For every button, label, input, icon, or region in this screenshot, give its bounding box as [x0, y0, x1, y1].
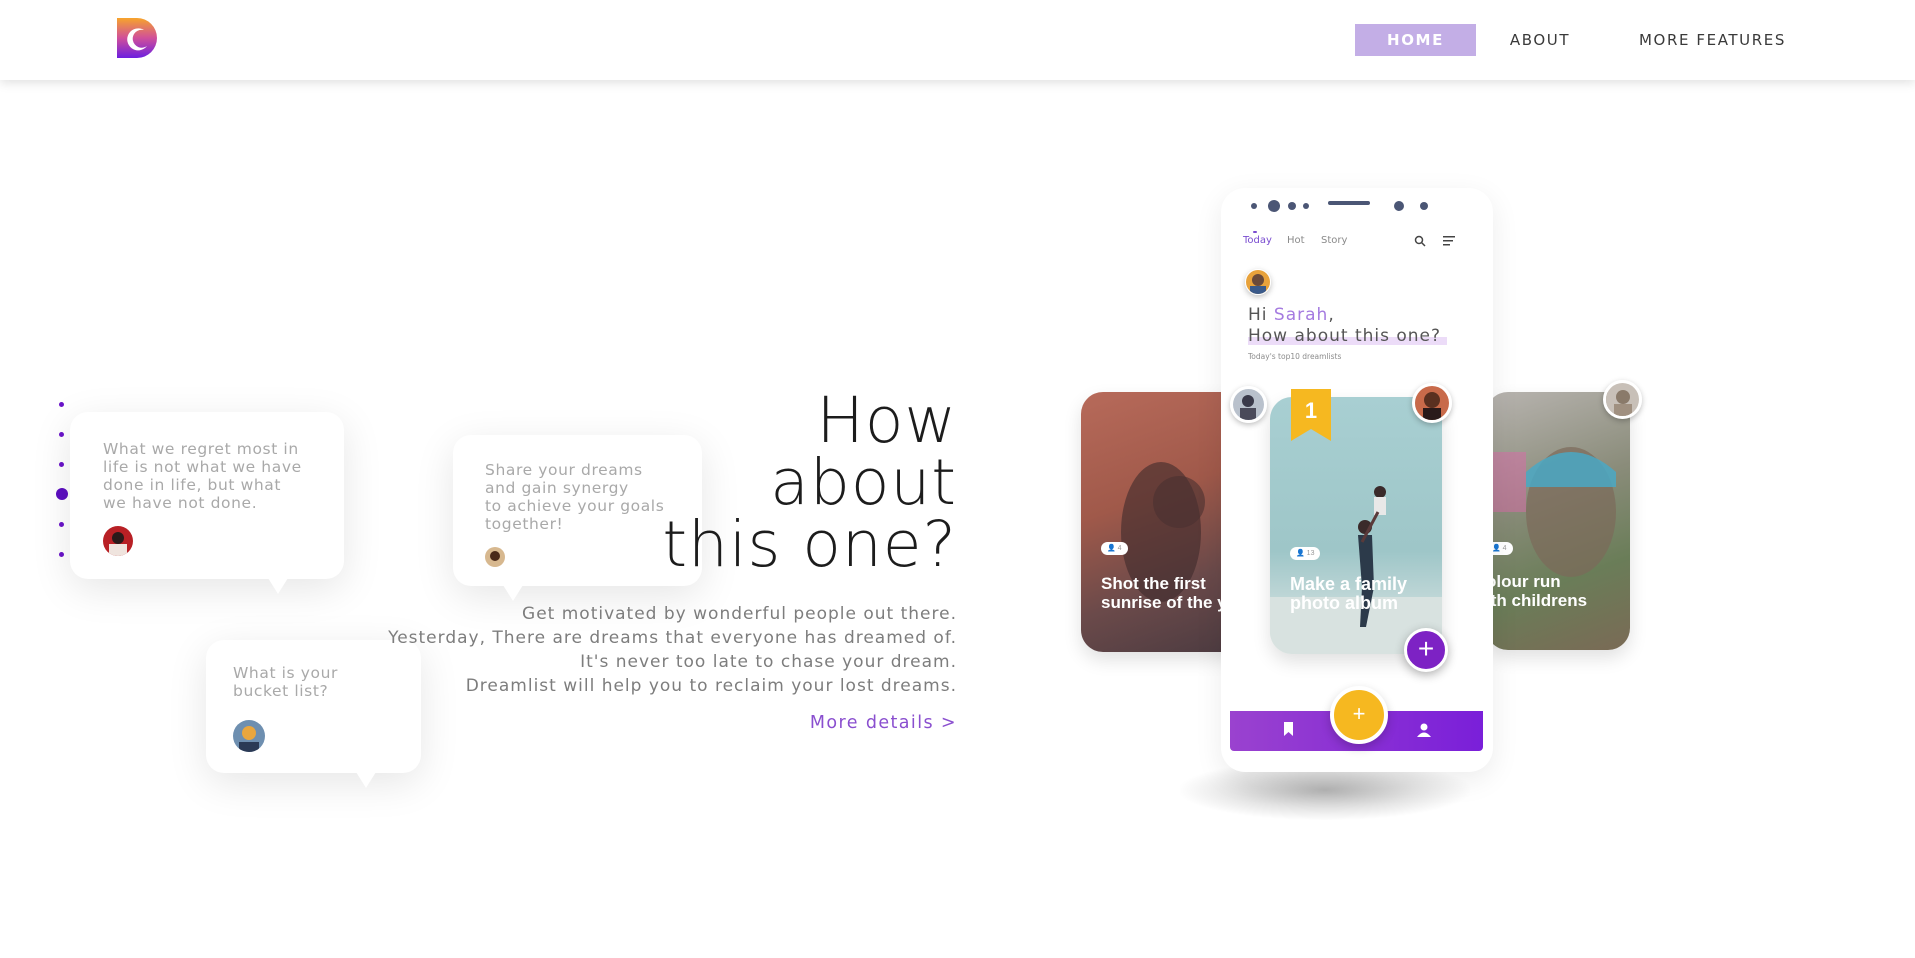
- description-line: It's never too late to chase your dream.: [580, 652, 957, 672]
- card-title: Shot the first sunrise of the ye: [1101, 574, 1237, 612]
- bubble-tail: [503, 585, 523, 601]
- bubble-tail: [268, 578, 288, 594]
- pagination-dot[interactable]: [59, 462, 64, 467]
- dreamlist-logo-icon[interactable]: [117, 18, 159, 58]
- profile-icon[interactable]: [1417, 723, 1431, 737]
- hero-title-line: about: [770, 446, 957, 519]
- user-avatar[interactable]: [1245, 269, 1271, 295]
- hero-title: How about this one?: [662, 384, 957, 581]
- pagination-dot[interactable]: [59, 522, 64, 527]
- pagination-dot[interactable]: [59, 402, 64, 407]
- description-line: Yesterday, There are dreams that everyon…: [388, 628, 957, 648]
- phone-sensor-row: [1251, 200, 1428, 212]
- card-avatar[interactable]: [1230, 386, 1267, 423]
- site-header: HOME ABOUT MORE FEATURES: [0, 0, 1915, 80]
- avatar: [103, 526, 133, 556]
- card-avatar[interactable]: [1603, 380, 1642, 419]
- pagination-dot[interactable]: [59, 432, 64, 437]
- card-count-badge: 👤 13: [1290, 547, 1321, 560]
- phone-tab-indicator: [1253, 231, 1257, 233]
- greeting-line-2: How about this one?: [1248, 326, 1442, 346]
- card-avatar[interactable]: [1412, 383, 1452, 423]
- fab-add-button[interactable]: +: [1330, 686, 1388, 744]
- phone-subtitle: Today's top10 dreamlists: [1248, 352, 1342, 361]
- pagination-dot[interactable]: [59, 552, 64, 557]
- nav-about[interactable]: ABOUT: [1500, 24, 1580, 56]
- phone-tab-hot[interactable]: Hot: [1287, 235, 1305, 246]
- description-line: Dreamlist will help you to reclaim your …: [465, 676, 957, 696]
- bookmark-icon[interactable]: [1283, 722, 1294, 736]
- card-count-badge: 👤 4: [1101, 542, 1128, 555]
- phone-tab-story[interactable]: Story: [1321, 235, 1347, 246]
- quote-text: What is your bucket list?: [233, 664, 339, 700]
- bubble-tail: [356, 772, 376, 788]
- avatar: [233, 720, 265, 752]
- quote-text: Share your dreams and gain synergy to ac…: [485, 461, 665, 533]
- description-line: Get motivated by wonderful people out th…: [522, 604, 957, 624]
- hero-description: Get motivated by wonderful people out th…: [388, 602, 957, 698]
- add-dream-button[interactable]: +: [1404, 628, 1448, 672]
- menu-icon[interactable]: [1443, 236, 1456, 247]
- nav-more-features[interactable]: MORE FEATURES: [1630, 24, 1795, 56]
- user-name: Sarah: [1273, 305, 1329, 325]
- hero-title-line: this one?: [662, 508, 957, 581]
- dream-card-colour-run[interactable]: 👤 4 olour run ith childrens: [1486, 392, 1630, 650]
- phone-tab-today[interactable]: Today: [1243, 235, 1272, 246]
- quote-text: What we regret most in life is not what …: [103, 440, 302, 512]
- quote-bubble: What we regret most in life is not what …: [70, 412, 344, 594]
- rank-number: 1: [1304, 398, 1318, 423]
- card-title: Make a family photo album: [1290, 574, 1408, 613]
- avatar: [485, 547, 505, 567]
- more-details-link[interactable]: More details >: [810, 713, 957, 733]
- search-icon[interactable]: [1414, 235, 1426, 247]
- card-title: olour run ith childrens: [1486, 572, 1588, 610]
- hero-title-line: How: [816, 384, 957, 457]
- card-photo: [1486, 447, 1616, 577]
- greeting-line-1: Hi Sarah,: [1248, 305, 1335, 325]
- pagination-dot-active[interactable]: [56, 488, 68, 500]
- nav-home[interactable]: HOME: [1355, 24, 1476, 56]
